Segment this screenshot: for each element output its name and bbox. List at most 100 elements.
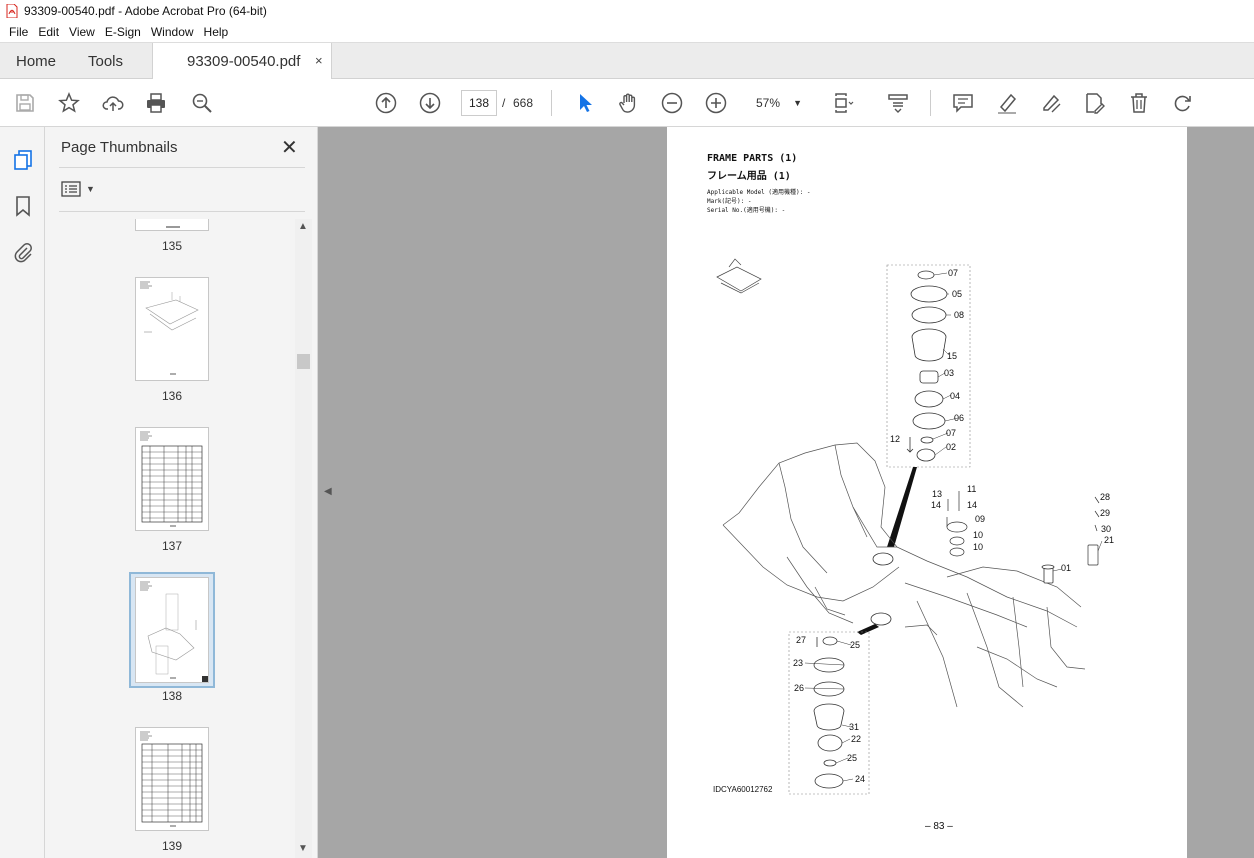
panel-divider xyxy=(59,167,305,168)
scroll-up-icon[interactable]: ▲ xyxy=(298,221,308,232)
thumbnails-panel: Page Thumbnails ✕ ▼ 135 136 137 138 139 … xyxy=(45,127,318,858)
callout-label: 10 xyxy=(973,530,984,540)
collapse-panel-icon[interactable]: ◀ xyxy=(324,486,332,497)
previous-page-icon[interactable] xyxy=(374,91,398,115)
menu-esign[interactable]: E-Sign xyxy=(100,25,146,39)
callout-label: 31 xyxy=(849,722,860,732)
callout-label: 30 xyxy=(1101,524,1112,534)
toolbar xyxy=(0,79,1254,127)
thumbnails-scrollbar[interactable]: ▲ ▼ xyxy=(295,219,312,858)
cloud-upload-icon[interactable] xyxy=(101,91,125,115)
callout-label: 10 xyxy=(973,542,984,552)
page-thumbnails-icon[interactable] xyxy=(11,148,35,172)
callout-label: 21 xyxy=(1104,535,1115,545)
list-options-icon xyxy=(61,181,81,197)
callout-label: 13 xyxy=(932,489,943,499)
tab-tools[interactable]: Tools xyxy=(88,43,123,79)
thumbnail-options-menu[interactable]: ▼ xyxy=(61,181,95,197)
callout-label: 07 xyxy=(946,428,957,438)
rotate-redo-icon[interactable] xyxy=(1171,91,1195,115)
callout-label: 15 xyxy=(947,351,958,361)
thumbnail-preview xyxy=(140,281,199,375)
draw-sign-icon[interactable] xyxy=(1039,91,1063,115)
delete-trash-icon[interactable] xyxy=(1127,91,1151,115)
thumbnail-page-label: 135 xyxy=(161,239,183,253)
tab-document-label: 93309-00540.pdf xyxy=(187,53,301,70)
panel-title: Page Thumbnails xyxy=(61,139,178,156)
thumbnail-page[interactable] xyxy=(135,427,209,531)
zoom-search-icon[interactable] xyxy=(190,91,214,115)
total-pages: 668 xyxy=(513,96,534,110)
menu-bar: File Edit View E-Sign Window Help xyxy=(0,22,1254,42)
bookmark-star-icon[interactable] xyxy=(57,91,81,115)
thumbnail-preview xyxy=(140,581,197,679)
callout-label: 08 xyxy=(954,310,965,320)
window-title: 93309-00540.pdf - Adobe Acrobat Pro (64-… xyxy=(24,4,267,18)
thumbnail-page[interactable] xyxy=(135,727,209,831)
figure-reference: IDCYA60012762 xyxy=(713,785,773,794)
callout-label: 27 xyxy=(796,635,807,645)
tab-home[interactable]: Home xyxy=(16,43,56,79)
hand-tool-icon[interactable] xyxy=(616,91,640,115)
thumbnail-page[interactable] xyxy=(135,219,209,231)
callout-label: 28 xyxy=(1100,492,1111,502)
scroll-down-icon[interactable]: ▼ xyxy=(298,843,308,854)
callout-label: 07 xyxy=(948,268,959,278)
zoom-level-select[interactable]: 57% ▼ xyxy=(748,90,810,116)
callout-label: 02 xyxy=(946,442,957,452)
scroll-mode-icon[interactable] xyxy=(886,91,910,115)
menu-file[interactable]: File xyxy=(4,25,33,39)
zoom-in-icon[interactable] xyxy=(704,91,728,115)
callout-label: 22 xyxy=(851,734,862,744)
callout-label: 01 xyxy=(1061,563,1072,573)
acrobat-file-icon xyxy=(6,4,18,18)
close-panel-icon[interactable]: ✕ xyxy=(281,135,298,160)
toolbar-divider xyxy=(930,90,931,116)
callout-label: 25 xyxy=(850,640,861,650)
menu-view[interactable]: View xyxy=(64,25,100,39)
thumbnail-page[interactable] xyxy=(135,277,209,381)
callout-label: 06 xyxy=(954,413,965,423)
next-page-icon[interactable] xyxy=(418,91,442,115)
thumbnail-page-label: 137 xyxy=(161,539,183,553)
thumbnail-preview xyxy=(166,226,180,228)
edit-pdf-icon[interactable] xyxy=(1083,91,1107,115)
thumbnail-page-selected[interactable] xyxy=(135,577,209,683)
page-number: – 83 – xyxy=(925,821,953,832)
callout-label: 29 xyxy=(1100,508,1111,518)
callout-label: 14 xyxy=(967,500,978,510)
pdf-page: FRAME PARTS (1) フレーム用品 (1) Applicable Mo… xyxy=(667,127,1187,858)
highlight-pen-icon[interactable] xyxy=(995,91,1019,115)
callout-label: 23 xyxy=(793,658,804,668)
select-cursor-icon[interactable] xyxy=(573,91,597,115)
save-icon[interactable] xyxy=(13,91,37,115)
menu-window[interactable]: Window xyxy=(146,25,199,39)
title-bar: 93309-00540.pdf - Adobe Acrobat Pro (64-… xyxy=(0,0,1254,22)
scrollbar-thumb[interactable] xyxy=(297,354,310,369)
callout-label: 04 xyxy=(950,391,961,401)
callout-label: 24 xyxy=(855,774,866,784)
thumbnail-page-label: 138 xyxy=(161,689,183,703)
panel-divider xyxy=(59,211,305,212)
attachments-paperclip-icon[interactable] xyxy=(11,240,35,264)
zoom-value: 57% xyxy=(756,96,781,110)
tab-document[interactable]: 93309-00540.pdf × xyxy=(152,43,332,80)
comment-icon[interactable] xyxy=(951,91,975,115)
callout-label: 12 xyxy=(890,434,901,444)
thumbnail-preview xyxy=(140,731,203,827)
tab-close-button[interactable]: × xyxy=(315,53,323,68)
thumbnail-page-label: 136 xyxy=(161,389,183,403)
tab-bar: Home Tools 93309-00540.pdf × xyxy=(0,42,1254,80)
thumbnail-page-label: 139 xyxy=(161,839,183,853)
callout-labels: 07 05 08 15 03 04 06 07 02 12 13 11 14 1… xyxy=(667,127,1187,858)
current-page-input[interactable]: 138 xyxy=(461,90,497,116)
bookmarks-icon[interactable] xyxy=(11,194,35,218)
callout-label: 11 xyxy=(967,484,977,494)
chevron-down-icon: ▼ xyxy=(86,184,95,194)
page-fit-icon[interactable] xyxy=(832,91,856,115)
zoom-out-icon[interactable] xyxy=(660,91,684,115)
print-icon[interactable] xyxy=(144,91,168,115)
menu-help[interactable]: Help xyxy=(199,25,234,39)
toolbar-divider xyxy=(551,90,552,116)
menu-edit[interactable]: Edit xyxy=(33,25,64,39)
